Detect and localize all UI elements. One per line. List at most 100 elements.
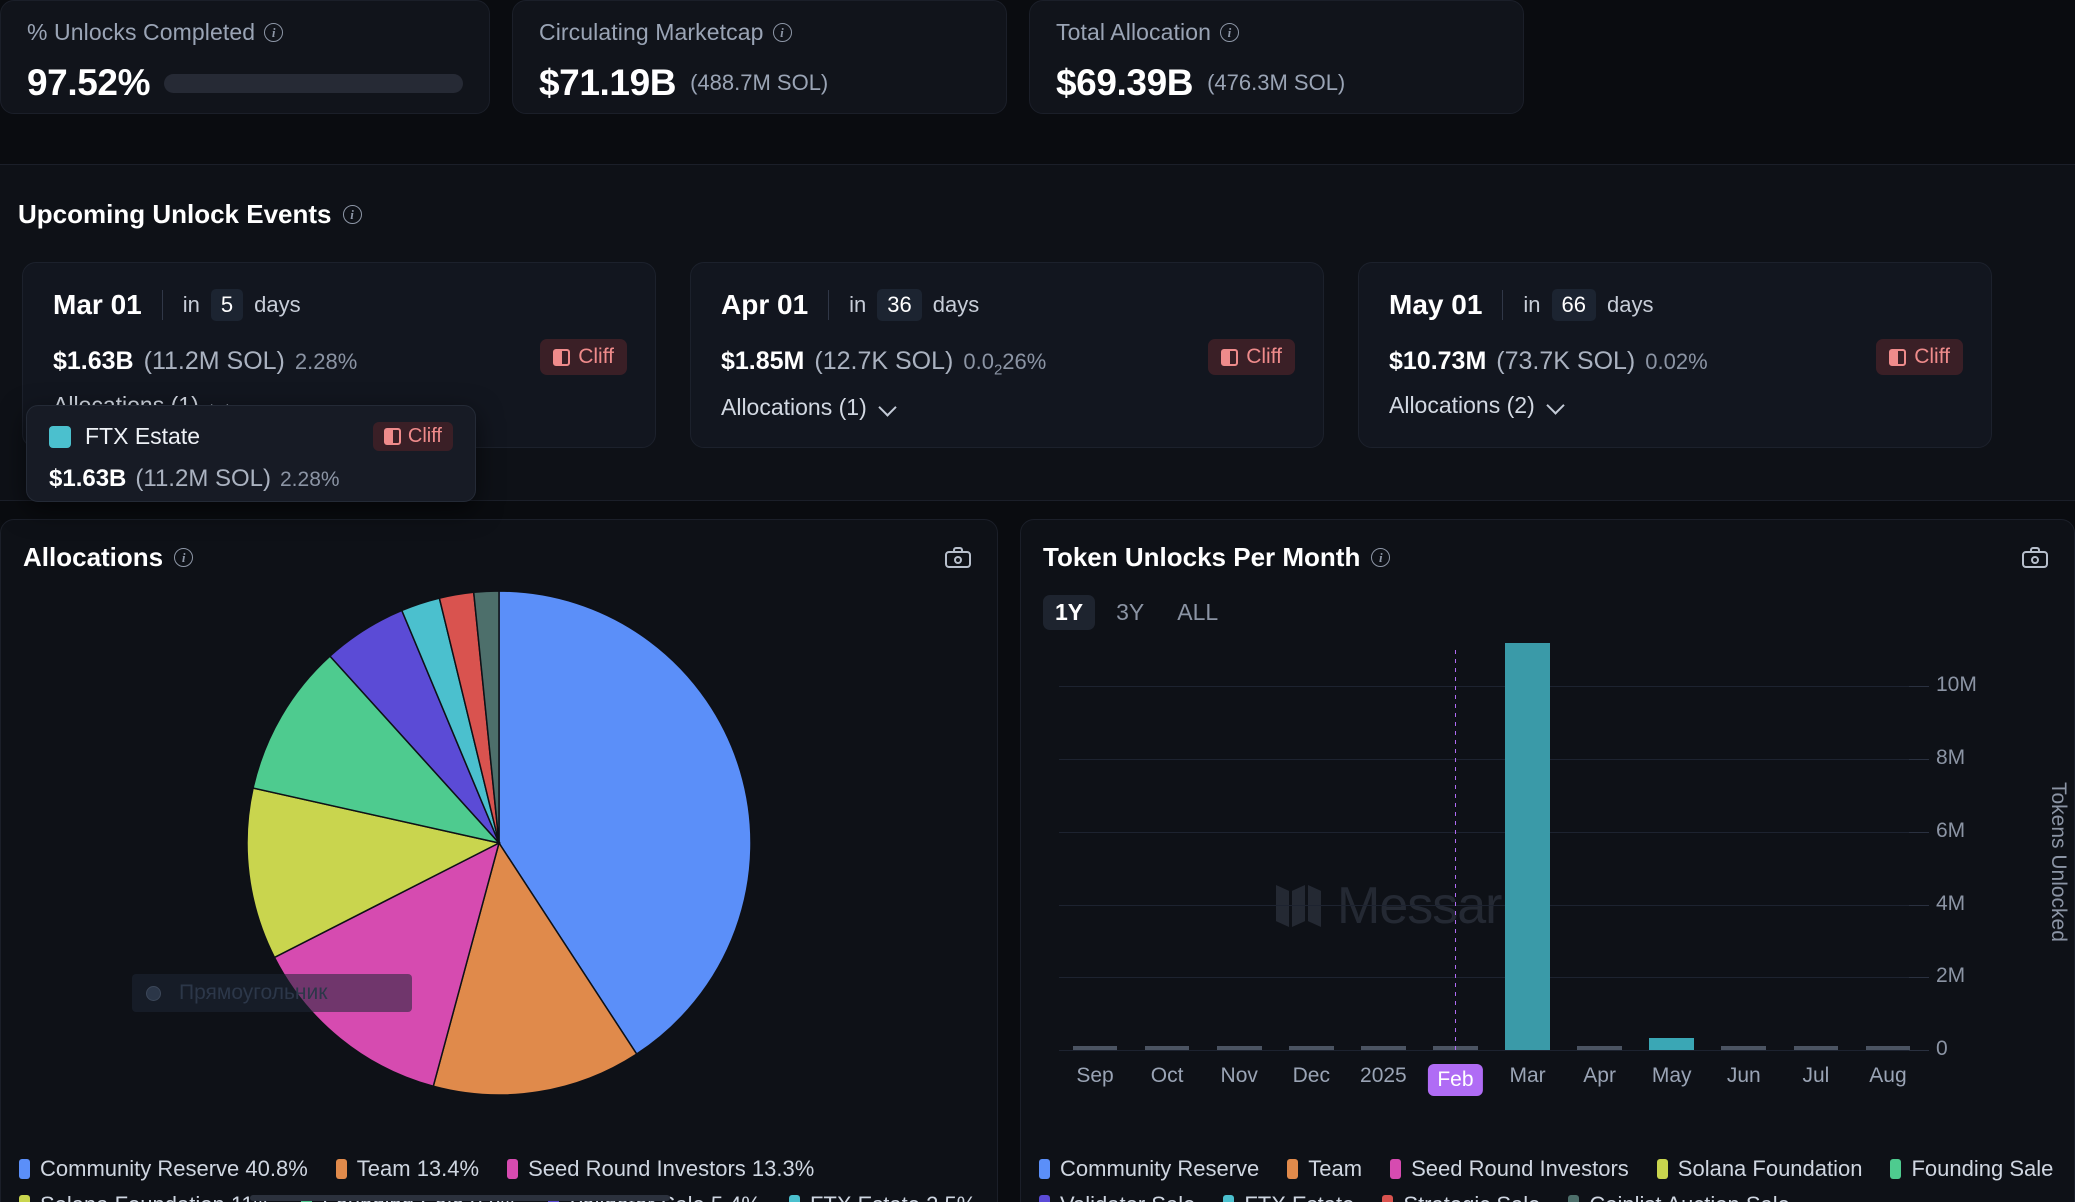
chevron-down-icon	[1548, 398, 1564, 414]
bar[interactable]	[1072, 1046, 1118, 1050]
bar[interactable]	[1505, 642, 1550, 1050]
legend-item[interactable]: Seed Round Investors 13.3%	[507, 1156, 814, 1182]
info-icon[interactable]: i	[174, 548, 194, 567]
bar[interactable]	[1288, 1046, 1334, 1050]
legend-item[interactable]: Solana Foundation	[1656, 1156, 1862, 1182]
legend-label: Seed Round Investors 13.3%	[528, 1156, 815, 1181]
event-date: Mar 01	[53, 289, 142, 320]
bar[interactable]	[1793, 1046, 1839, 1050]
range-tab-3y[interactable]: 3Y	[1104, 595, 1156, 630]
bar[interactable]	[1865, 1046, 1911, 1050]
legend-color-swatch	[507, 1159, 519, 1179]
legend-item[interactable]: FTX Estate 2.5%	[788, 1192, 976, 1202]
bar[interactable]	[1649, 1038, 1695, 1050]
range-tab-all[interactable]: ALL	[1165, 595, 1230, 630]
event-days-count: 36	[877, 289, 922, 321]
legend-item[interactable]: Community Reserve 40.8%	[19, 1156, 308, 1182]
cliff-badge-label: Cliff	[1914, 345, 1950, 368]
camera-snapshot-icon[interactable]	[945, 547, 971, 568]
event-percent: 0.02%	[1645, 349, 1708, 374]
event-in-label: in	[1523, 292, 1541, 317]
annotation-overlay: Прямоугольник	[132, 974, 412, 1012]
event-allocations-toggle[interactable]: Allocations (1)	[721, 394, 1293, 421]
event-days-label: days	[932, 292, 980, 317]
unlocks-completed-value: 97.52%	[27, 62, 151, 103]
section-title-text: Upcoming Unlock Events	[18, 199, 332, 229]
camera-snapshot-icon[interactable]	[2022, 547, 2048, 568]
grid-line	[1059, 686, 1924, 688]
bar[interactable]	[1577, 1046, 1622, 1050]
legend-item[interactable]: FTX Estate	[1223, 1192, 1354, 1202]
legend-label: Validator Sale	[1060, 1192, 1195, 1202]
legend-item[interactable]: Solana Foundation 11%	[19, 1192, 273, 1202]
unlock-event-card[interactable]: Apr 01 in 36 days $1.85M (12.7K SOL) 0.0…	[690, 262, 1324, 448]
info-icon[interactable]: i	[342, 205, 362, 224]
legend-label: Team	[1308, 1156, 1363, 1181]
cliff-icon	[553, 348, 571, 366]
legend-item[interactable]: Strategic Sale	[1382, 1192, 1540, 1202]
x-axis-tick-label: Apr	[1583, 1064, 1616, 1087]
legend-color-swatch	[1382, 1195, 1394, 1202]
stat-card-unlocks-completed: % Unlocks Completed i 97.52%	[0, 0, 490, 114]
unlock-event-card[interactable]: May 01 in 66 days $10.73M (73.7K SOL) 0.…	[1358, 262, 1992, 448]
legend-item[interactable]: Founding Sale	[1890, 1156, 2053, 1182]
token-unlocks-chart-title: Token Unlocks Per Month i	[1043, 542, 1391, 573]
messari-watermark: Messari	[1276, 876, 1513, 936]
info-icon[interactable]: i	[1371, 548, 1391, 567]
stat-value-row: $69.39B (476.3M SOL)	[1056, 62, 1497, 104]
x-axis-tick-label: May	[1651, 1064, 1692, 1087]
legend-item[interactable]: Coinlist Auction Sale	[1568, 1192, 1790, 1202]
bar[interactable]	[1721, 1046, 1767, 1050]
event-days-label: days	[1607, 292, 1654, 317]
event-amount: $1.63B	[53, 347, 134, 375]
legend-color-swatch	[1890, 1159, 1902, 1179]
info-icon[interactable]: i	[1220, 23, 1240, 42]
legend-item[interactable]: Community Reserve	[1039, 1156, 1259, 1182]
divider	[161, 290, 163, 320]
bar-chart-area[interactable]: Messari 0 2M 4M 6M 8M 10M Tokens Unlocked Sep Oc…	[1021, 630, 2075, 1100]
status-badge-cliff: Cliff	[1876, 339, 1963, 375]
cliff-badge-label: Cliff	[578, 345, 614, 368]
circulating-marketcap-value: $71.19B	[539, 62, 677, 103]
allocations-chart-title: Allocations i	[23, 542, 194, 573]
event-header: Mar 01 in 5 days	[53, 289, 625, 321]
info-icon[interactable]: i	[772, 23, 792, 42]
event-allocations-label: Allocations (2)	[1389, 392, 1535, 418]
event-amount-row: $1.85M (12.7K SOL) 0.0226%	[721, 347, 1293, 378]
x-axis-tick-label: 2025	[1360, 1064, 1407, 1087]
legend-label: Founding Sale	[1911, 1156, 2054, 1181]
circulating-marketcap-sol: (488.7M SOL)	[690, 70, 829, 95]
event-allocations-toggle[interactable]: Allocations (2)	[1389, 392, 1961, 419]
popup-allocation-entry: FTX Estate	[49, 423, 200, 450]
info-icon[interactable]: i	[264, 23, 284, 42]
event-days-count: 5	[210, 289, 244, 321]
range-tab-1y[interactable]: 1Y	[1043, 595, 1096, 630]
x-axis-tick-label: Sep	[1076, 1064, 1114, 1087]
y-axis-title: Tokens Unlocked	[2047, 782, 2070, 942]
y-axis-tick-label: 2M	[1936, 964, 1966, 988]
cliff-icon	[1889, 348, 1907, 366]
allocations-pie-chart[interactable]	[239, 583, 759, 1103]
axis-tick	[1909, 686, 1929, 688]
bar[interactable]	[1361, 1046, 1406, 1050]
token-unlocks-chart-card: Token Unlocks Per Month i 1Y 3Y ALL Messar…	[1020, 519, 2075, 1202]
cliff-badge-label: Cliff	[1246, 345, 1282, 368]
event-date: May 01	[1389, 289, 1483, 320]
range-tabs: 1Y 3Y ALL	[1021, 573, 2074, 630]
popup-amount-row: $1.63B (11.2M SOL) 2.28%	[49, 465, 453, 493]
current-month-marker	[1455, 650, 1457, 1050]
legend-item[interactable]: Seed Round Investors	[1390, 1156, 1629, 1182]
allocations-chart-card: Allocations i Community Reserve 40.8% Tea…	[0, 519, 998, 1202]
grid-line	[1059, 759, 1924, 761]
status-badge-cliff: Cliff	[540, 339, 627, 375]
popup-percent: 2.28%	[280, 468, 340, 491]
horizontal-scrollbar[interactable]	[250, 1195, 670, 1201]
legend-color-swatch	[1568, 1195, 1580, 1202]
bar[interactable]	[1144, 1046, 1190, 1050]
legend-item[interactable]: Team 13.4%	[335, 1156, 479, 1182]
legend-item[interactable]: Validator Sale	[1039, 1192, 1195, 1202]
bar[interactable]	[1216, 1046, 1262, 1050]
legend-label: FTX Estate	[1244, 1192, 1354, 1202]
grid-line	[1059, 1050, 1924, 1051]
legend-item[interactable]: Team	[1287, 1156, 1362, 1182]
